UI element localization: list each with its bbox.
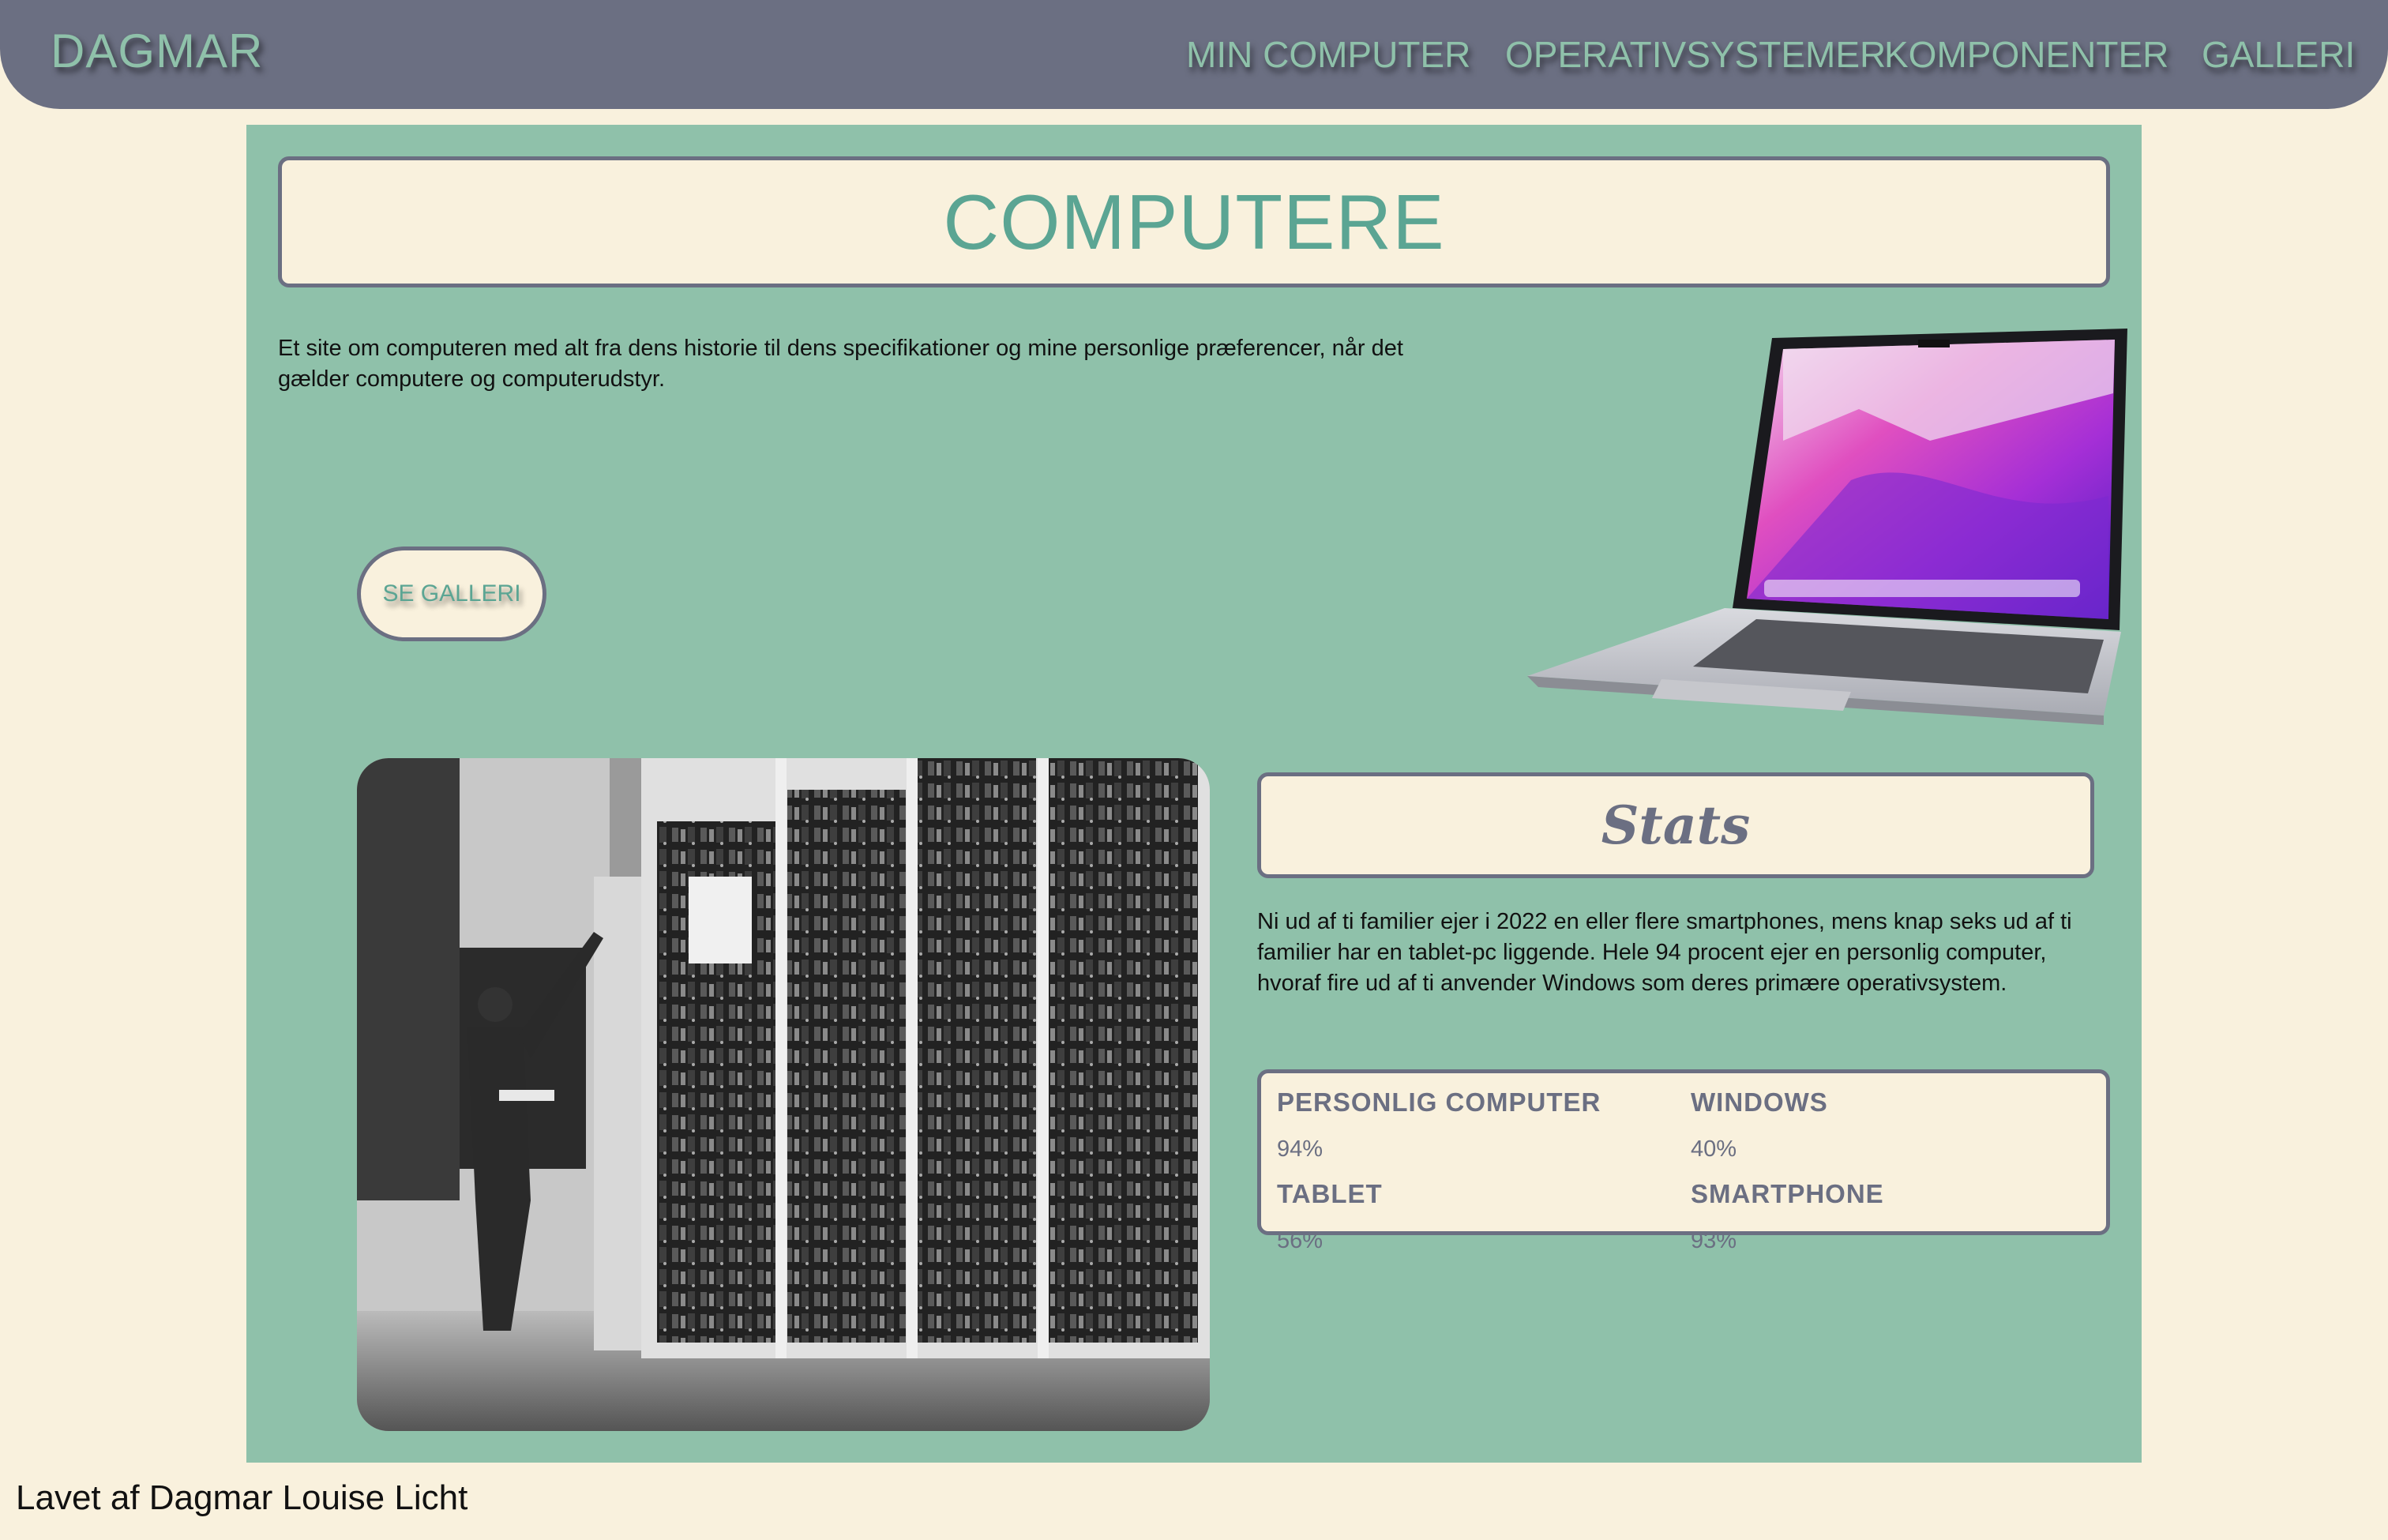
intro-text: Et site om computeren med alt fra dens h… bbox=[278, 336, 1403, 392]
stat-value-windows: 40% bbox=[1691, 1136, 1737, 1162]
stats-table: PERSONLIG COMPUTER 94% WINDOWS 40% TABLE… bbox=[1257, 1069, 2110, 1253]
stat-value-smartphone: 93% bbox=[1691, 1228, 1737, 1253]
page-title-box: COMPUTERE bbox=[278, 156, 2110, 287]
nav-link-galleri[interactable]: GALLERI bbox=[2202, 33, 2355, 76]
laptop-image bbox=[1527, 329, 2127, 725]
stats-description: Ni ud af ti familier ejer i 2022 en elle… bbox=[1257, 909, 2072, 996]
stat-value-tablet: 56% bbox=[1277, 1228, 1324, 1253]
stats-title-box: Stats bbox=[1257, 772, 2094, 878]
nav-link-min-computer[interactable]: MIN COMPUTER bbox=[1186, 33, 1470, 76]
stat-label-windows: WINDOWS bbox=[1691, 1087, 1828, 1117]
top-nav-bar: DAGMAR MIN COMPUTER OPERATIVSYSTEMER KOM… bbox=[0, 0, 2388, 109]
see-gallery-button[interactable]: SE GALLERI bbox=[357, 547, 546, 641]
main-content: COMPUTERE Et site om computeren med alt … bbox=[246, 125, 2142, 1463]
nav-link-komponenter[interactable]: KOMPONENTER bbox=[1884, 33, 2168, 76]
stat-label-smartphone: SMARTPHONE bbox=[1691, 1179, 1884, 1208]
stat-value-personlig-computer: 94% bbox=[1277, 1136, 1324, 1162]
stat-label-personlig-computer: PERSONLIG COMPUTER bbox=[1277, 1087, 1601, 1117]
footer-credit: Lavet af Dagmar Louise Licht bbox=[16, 1478, 468, 1517]
stat-label-tablet: TABLET bbox=[1277, 1179, 1383, 1208]
page-title: COMPUTERE bbox=[943, 178, 1445, 265]
vintage-mainframe-photo bbox=[357, 758, 1210, 1431]
stats-title: Stats bbox=[1601, 794, 1751, 856]
nav-link-operativsystemer[interactable]: OPERATIVSYSTEMER bbox=[1505, 33, 1886, 76]
site-logo[interactable]: DAGMAR bbox=[51, 24, 263, 78]
